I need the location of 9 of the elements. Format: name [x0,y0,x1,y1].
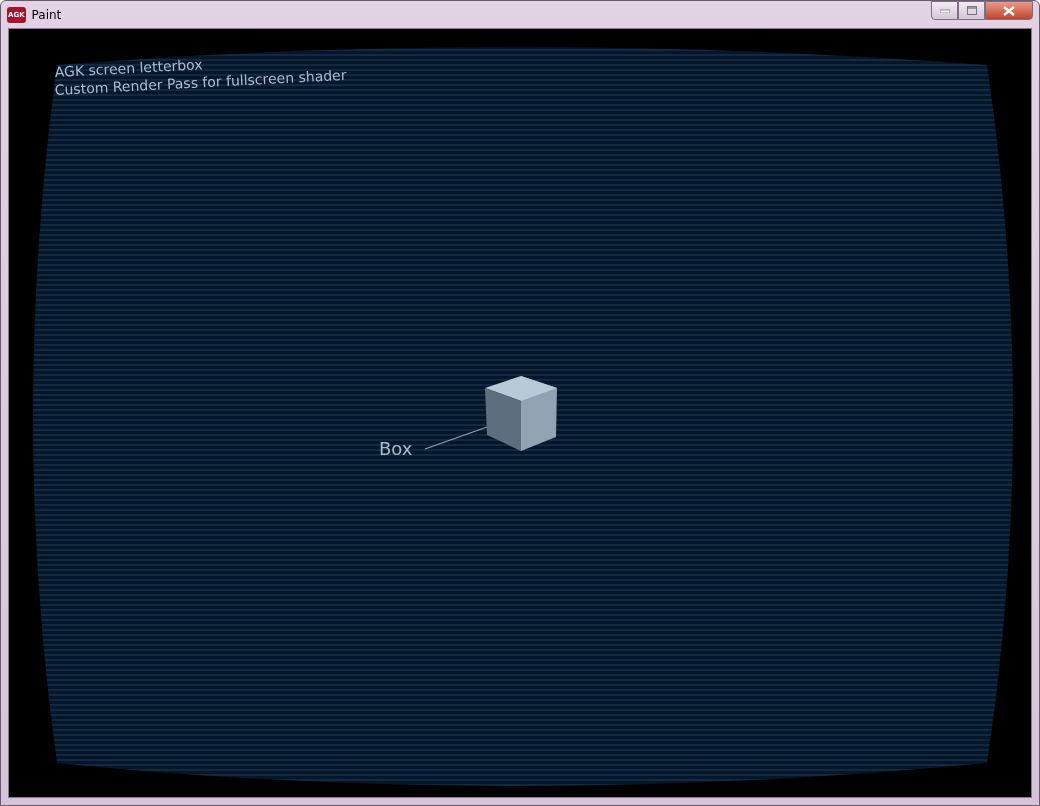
close-icon [1003,5,1015,16]
minimize-button[interactable] [931,1,958,20]
maximize-button[interactable] [958,1,985,20]
window-title: Paint [31,7,63,22]
minimize-icon [939,8,950,13]
close-button[interactable] [985,1,1033,20]
object-label: Box [379,438,413,459]
leader-line [424,426,488,450]
maximize-icon [966,6,977,15]
